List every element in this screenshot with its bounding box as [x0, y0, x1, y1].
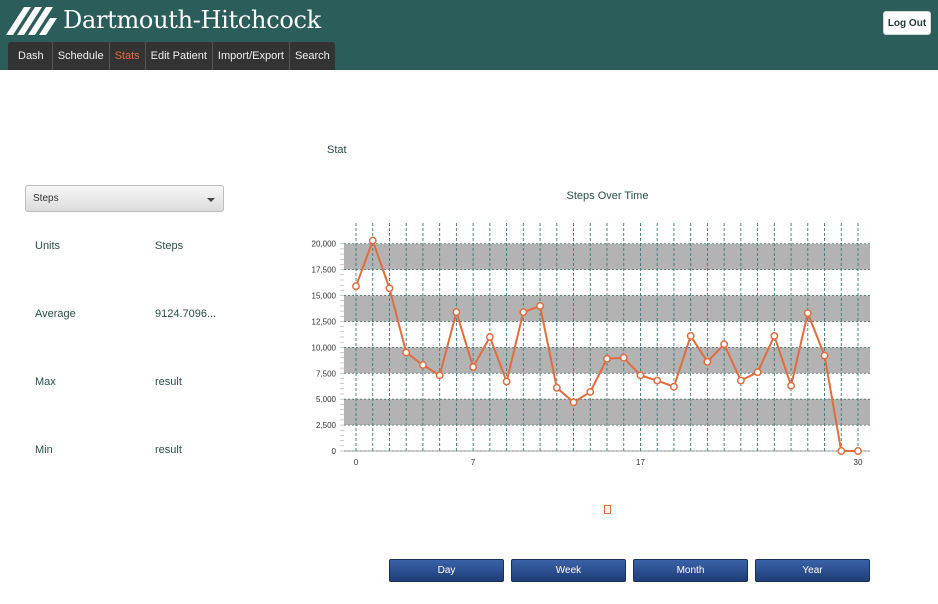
dartmouth-stripes-icon [6, 7, 57, 35]
brand-name: Dartmouth-Hitchcock [63, 6, 321, 34]
data-point [469, 363, 478, 372]
data-point [452, 308, 461, 317]
data-point [552, 383, 561, 392]
y-tick-label: 12,500 [312, 317, 337, 326]
y-tick-label: 10,000 [312, 343, 337, 352]
tab-edit-patient[interactable]: Edit Patient [145, 42, 213, 70]
data-point [787, 381, 796, 390]
tab-dash[interactable]: Dash [8, 42, 53, 70]
data-point [485, 333, 494, 341]
stat-heading: Stat [327, 144, 347, 156]
data-point [703, 357, 712, 366]
month-button[interactable]: Month [633, 559, 748, 582]
steps-line-chart: 0 2,500 5,000 7,500 10,000 12,500 15,000 17,500… [312, 223, 870, 467]
y-tick-label: 7,500 [316, 369, 337, 378]
day-button[interactable]: Day [389, 559, 504, 582]
stat-label-max: Max [35, 376, 56, 388]
data-point [753, 368, 762, 377]
chart-title: Steps Over Time [566, 190, 649, 202]
x-tick-label: 17 [636, 458, 645, 467]
data-point [820, 351, 829, 360]
x-tick-label: 7 [471, 458, 476, 467]
y-tick-label: 20,000 [312, 240, 337, 249]
x-tick-label: 0 [354, 458, 359, 467]
data-point [603, 354, 611, 363]
data-point [536, 301, 545, 310]
y-tick-label: 5,000 [316, 395, 337, 404]
data-point [619, 353, 628, 362]
data-point [636, 371, 645, 380]
y-tick-label: 2,500 [316, 421, 337, 430]
data-point [720, 340, 729, 349]
stat-value-average: 9124.7096... [155, 308, 217, 320]
metric-select[interactable]: Steps [25, 185, 224, 212]
data-point [803, 309, 812, 318]
data-point [686, 332, 695, 340]
data-point [435, 371, 444, 380]
data-point [669, 382, 678, 391]
data-point [586, 387, 595, 396]
stat-label-average: Average [35, 308, 76, 320]
data-point [653, 376, 662, 385]
logout-button[interactable]: Log Out [883, 11, 931, 35]
app-header: Dartmouth-Hitchcock Log Out Dash Schedul… [0, 0, 938, 70]
stat-value-min: result [155, 444, 182, 456]
brand-logo: Dartmouth-Hitchcock [6, 5, 321, 35]
main-nav: Dash Schedule Stats Edit Patient Import/… [8, 42, 335, 70]
legend-marker [604, 505, 611, 514]
metric-select-value: Steps [33, 193, 59, 204]
tab-search[interactable]: Search [289, 42, 335, 70]
stat-label-units: Units [35, 240, 61, 252]
data-point [569, 398, 578, 407]
data-point [352, 282, 360, 291]
y-tick-label: 0 [332, 447, 337, 456]
data-point [736, 376, 745, 385]
year-button[interactable]: Year [755, 559, 870, 582]
data-point [837, 447, 846, 455]
stat-value-units: Steps [155, 240, 184, 252]
data-point [402, 348, 411, 357]
data-point [418, 361, 427, 369]
y-tick-label: 17,500 [312, 266, 337, 275]
data-point [385, 284, 394, 293]
x-tick-label: 30 [854, 458, 863, 467]
data-point [854, 447, 862, 455]
y-tick-label: 15,000 [312, 292, 337, 301]
stat-value-max: result [155, 376, 182, 388]
tab-schedule[interactable]: Schedule [52, 42, 110, 70]
data-point [368, 236, 377, 245]
week-button[interactable]: Week [511, 559, 626, 582]
tab-import-export[interactable]: Import/Export [212, 42, 290, 70]
data-point [502, 377, 511, 386]
data-point [519, 308, 528, 317]
tab-stats[interactable]: Stats [109, 42, 146, 70]
chevron-down-icon [207, 198, 215, 202]
data-point [770, 332, 779, 340]
stat-label-min: Min [35, 444, 53, 456]
